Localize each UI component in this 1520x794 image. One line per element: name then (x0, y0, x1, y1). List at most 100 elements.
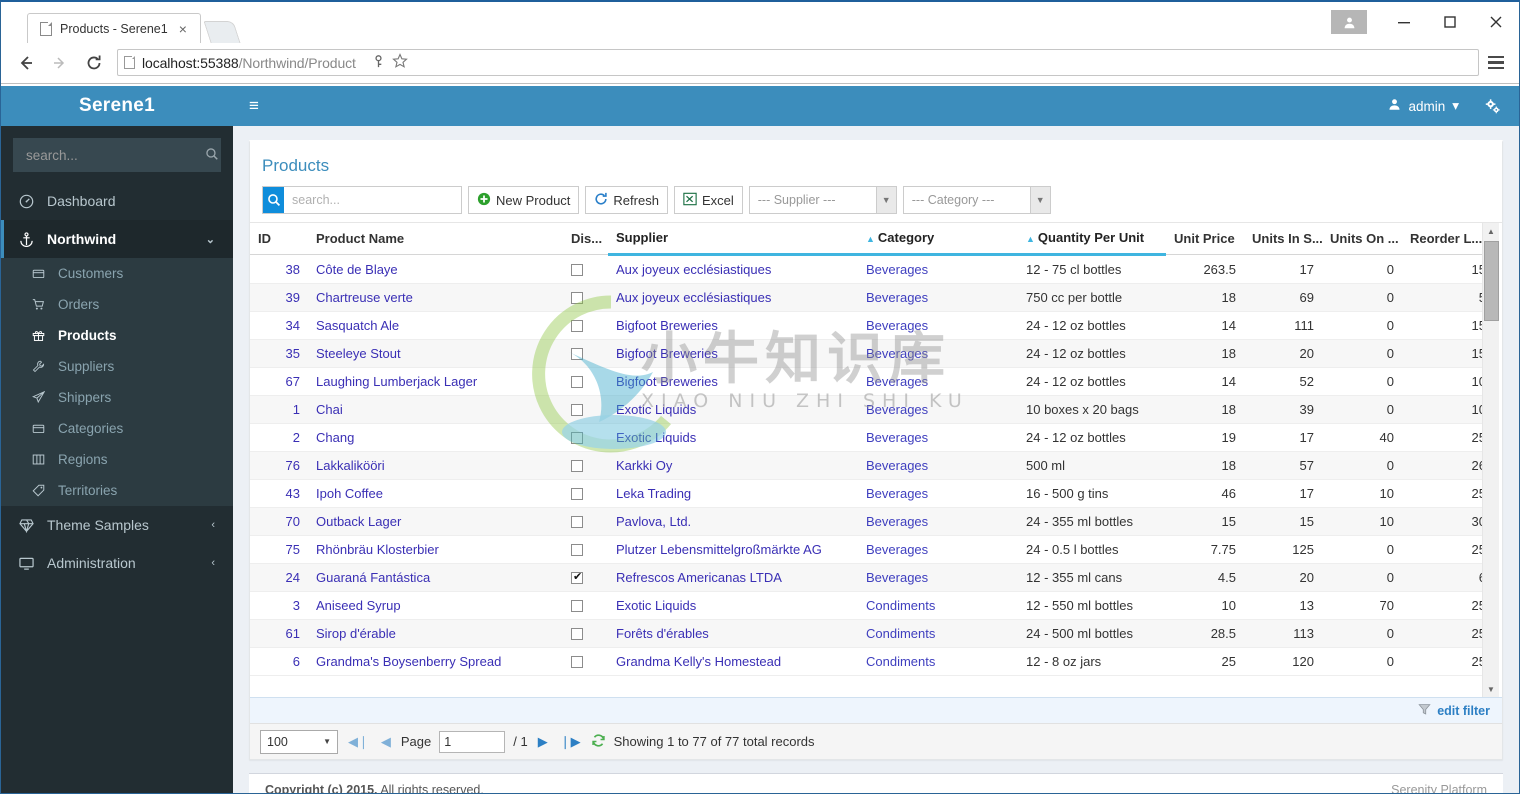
cell-id[interactable]: 39 (250, 283, 308, 312)
tab-close-icon[interactable]: × (176, 22, 190, 36)
cell-id[interactable]: 6 (250, 647, 308, 676)
col-header-id[interactable]: ID (250, 223, 308, 255)
cell-category-link[interactable]: Condiments (866, 626, 935, 641)
discontinued-checkbox[interactable] (571, 432, 583, 444)
sidebar-toggle-icon[interactable]: ≡ (233, 86, 275, 126)
sidebar-item-shippers[interactable]: Shippers (1, 382, 233, 413)
sidebar-link-northwind[interactable]: Northwind ⌄ (1, 220, 233, 258)
discontinued-checkbox[interactable] (571, 656, 583, 668)
cell-id-link[interactable]: 6 (293, 654, 300, 669)
category-filter-select[interactable]: --- Category --- ▼ (902, 186, 1051, 214)
cell-name-link[interactable]: Grandma's Boysenberry Spread (316, 654, 501, 669)
refresh-button[interactable]: Refresh (585, 186, 668, 214)
cell-category[interactable]: Beverages (858, 451, 1018, 480)
cell-supplier[interactable]: Exotic Liquids (608, 423, 858, 452)
cell-supplier-link[interactable]: Refrescos Americanas LTDA (616, 570, 782, 585)
cell-name-link[interactable]: Chai (316, 402, 343, 417)
table-row[interactable]: 61 Sirop d'érable Forêts d'érables Condimen… (250, 619, 1494, 648)
sidebar-item-products[interactable]: Products (1, 320, 233, 351)
cell-supplier-link[interactable]: Exotic Liquids (616, 430, 696, 445)
refresh-icon[interactable] (591, 733, 606, 751)
cell-name[interactable]: Côte de Blaye (308, 254, 563, 284)
cell-category-link[interactable]: Beverages (866, 402, 928, 417)
cell-id[interactable]: 75 (250, 535, 308, 564)
edit-filter-link[interactable]: edit filter (1437, 704, 1490, 718)
cell-id[interactable]: 76 (250, 451, 308, 480)
cell-supplier[interactable]: Pavlova, Ltd. (608, 507, 858, 536)
cell-category[interactable]: Condiments (858, 619, 1018, 648)
cell-category[interactable]: Beverages (858, 507, 1018, 536)
cell-name[interactable]: Sasquatch Ale (308, 311, 563, 340)
browser-tab[interactable]: Products - Serene1 × (27, 13, 201, 43)
cell-id[interactable]: 70 (250, 507, 308, 536)
cell-id[interactable]: 3 (250, 591, 308, 620)
cell-category-link[interactable]: Beverages (866, 430, 928, 445)
excel-export-button[interactable]: Excel (673, 186, 743, 214)
col-header-quantity-per-unit[interactable]: ▲ Quantity Per Unit (1018, 223, 1166, 256)
chevron-down-icon[interactable]: ▼ (875, 187, 896, 213)
col-header-units-in-stock[interactable]: Units In S... (1244, 223, 1322, 255)
supplier-filter-select[interactable]: --- Supplier --- ▼ (748, 186, 897, 214)
discontinued-checkbox[interactable] (571, 516, 583, 528)
cell-name[interactable]: Chang (308, 423, 563, 452)
sidebar-item-regions[interactable]: Regions (1, 444, 233, 475)
cell-id-link[interactable]: 1 (293, 402, 300, 417)
cell-category-link[interactable]: Beverages (866, 570, 928, 585)
cell-supplier[interactable]: Aux joyeux ecclésiastiques (608, 283, 858, 312)
cell-supplier[interactable]: Leka Trading (608, 479, 858, 508)
reload-icon[interactable] (79, 48, 109, 78)
table-row[interactable]: 35 Steeleye Stout Bigfoot Breweries Beverag… (250, 339, 1494, 368)
close-button[interactable] (1473, 2, 1519, 42)
sidebar-link-categories[interactable]: Categories (1, 413, 233, 444)
cell-name[interactable]: Aniseed Syrup (308, 591, 563, 620)
cell-category-link[interactable]: Condiments (866, 598, 935, 613)
cell-supplier[interactable]: Aux joyeux ecclésiastiques (608, 254, 858, 284)
cell-category[interactable]: Beverages (858, 395, 1018, 424)
cell-category-link[interactable]: Condiments (866, 654, 935, 669)
table-row[interactable]: 2 Chang Exotic Liquids Beverages 24 - 12 oz … (250, 423, 1494, 452)
cell-name-link[interactable]: Chang (316, 430, 354, 445)
cell-supplier[interactable]: Bigfoot Breweries (608, 339, 858, 368)
brand-logo[interactable]: Serene1 (1, 86, 233, 126)
cell-supplier[interactable]: Forêts d'érables (608, 619, 858, 648)
discontinued-checkbox[interactable] (571, 544, 583, 556)
col-header-supplier[interactable]: Supplier (608, 223, 858, 256)
cell-category-link[interactable]: Beverages (866, 346, 928, 361)
table-row[interactable]: 67 Laughing Lumberjack Lager Bigfoot Brewe… (250, 367, 1494, 396)
cell-supplier-link[interactable]: Bigfoot Breweries (616, 346, 718, 361)
table-row[interactable]: 24 Guaraná Fantástica Refrescos Americanas… (250, 563, 1494, 592)
cell-category-link[interactable]: Beverages (866, 318, 928, 333)
cell-category[interactable]: Beverages (858, 535, 1018, 564)
cell-category[interactable]: Beverages (858, 367, 1018, 396)
cell-category-link[interactable]: Beverages (866, 262, 928, 277)
cell-supplier-link[interactable]: Grandma Kelly's Homestead (616, 654, 781, 669)
cell-supplier-link[interactable]: Leka Trading (616, 486, 691, 501)
cell-name[interactable]: Sirop d'érable (308, 619, 563, 648)
cell-name[interactable]: Chai (308, 395, 563, 424)
discontinued-checkbox[interactable] (571, 404, 583, 416)
sidebar-link-suppliers[interactable]: Suppliers (1, 351, 233, 382)
cell-category-link[interactable]: Beverages (866, 374, 928, 389)
cell-category-link[interactable]: Beverages (866, 514, 928, 529)
table-row[interactable]: 70 Outback Lager Pavlova, Ltd. Beverages 24 … (250, 507, 1494, 536)
table-row[interactable]: 76 Lakkalikööri Karkki Oy Beverages 500 ml 18… (250, 451, 1494, 480)
sidebar-link-products[interactable]: Products (1, 320, 233, 351)
cell-name-link[interactable]: Lakkalikööri (316, 458, 385, 473)
cell-id-link[interactable]: 39 (286, 290, 300, 305)
cell-name[interactable]: Outback Lager (308, 507, 563, 536)
cell-supplier[interactable]: Grandma Kelly's Homestead (608, 647, 858, 676)
cell-id-link[interactable]: 61 (286, 626, 300, 641)
cell-id-link[interactable]: 3 (293, 598, 300, 613)
cell-name-link[interactable]: Sasquatch Ale (316, 318, 399, 333)
cell-name-link[interactable]: Guaraná Fantástica (316, 570, 430, 585)
col-header-unit-price[interactable]: Unit Price (1166, 223, 1244, 255)
first-page-button[interactable]: ◀❘ (346, 734, 371, 750)
cell-supplier[interactable]: Exotic Liquids (608, 591, 858, 620)
cell-name[interactable]: Laughing Lumberjack Lager (308, 367, 563, 396)
cell-name[interactable]: Lakkalikööri (308, 451, 563, 480)
cell-category[interactable]: Beverages (858, 283, 1018, 312)
cell-category-link[interactable]: Beverages (866, 486, 928, 501)
cell-id-link[interactable]: 2 (293, 430, 300, 445)
cell-supplier[interactable]: Bigfoot Breweries (608, 311, 858, 340)
cell-id[interactable]: 35 (250, 339, 308, 368)
